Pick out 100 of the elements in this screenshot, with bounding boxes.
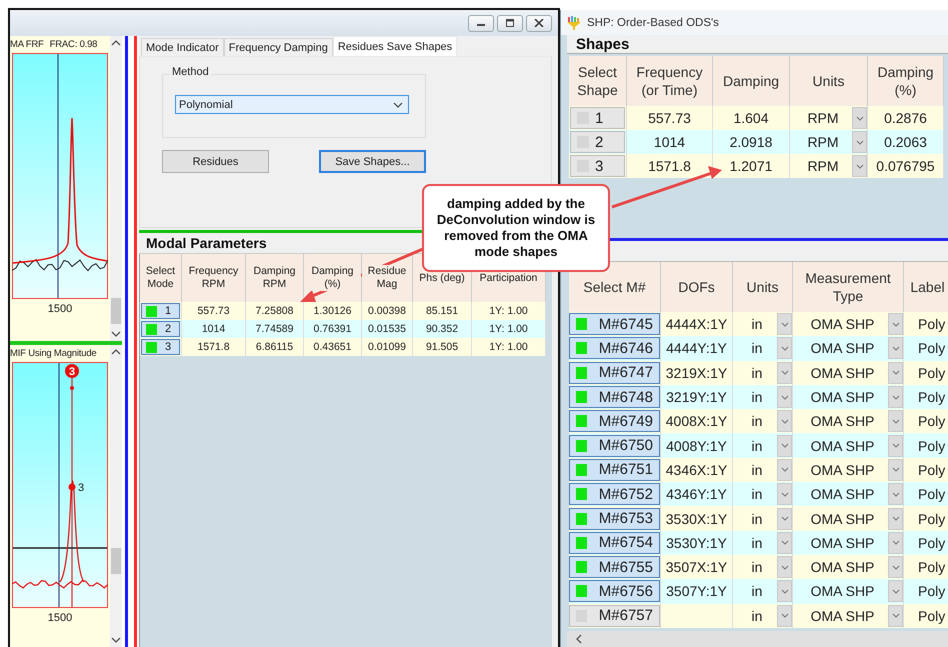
- table-cell: 4444Y:1Y: [661, 336, 733, 361]
- column-header: Damping (%): [868, 56, 944, 106]
- units-dropdown[interactable]: in: [733, 458, 793, 482]
- units-dropdown[interactable]: in: [733, 409, 793, 434]
- table-cell: 90.352: [413, 320, 472, 338]
- select-measurement-button[interactable]: M#6754: [569, 532, 660, 554]
- select-measurement-button[interactable]: M#6747: [569, 362, 660, 384]
- table-cell: 3530Y:1Y: [661, 530, 733, 555]
- table-cell: Poly: [904, 506, 948, 531]
- select-mode-button[interactable]: 2: [141, 321, 180, 337]
- table-cell: 4346Y:1Y: [661, 482, 733, 506]
- units-dropdown[interactable]: RPM: [790, 130, 868, 154]
- tab[interactable]: Residues Save Shapes: [332, 36, 458, 56]
- plot-title: MIF Using Magnitude: [10, 348, 96, 359]
- column-header: Frequency (or Time): [627, 56, 713, 106]
- table-cell: 3219Y:1Y: [661, 384, 733, 410]
- table-cell: 1014: [182, 320, 246, 338]
- table-cell: Poly: [904, 336, 948, 361]
- type-dropdown[interactable]: OMA SHP: [793, 482, 904, 506]
- column-header: Measurement Type: [793, 262, 904, 312]
- table-cell: 0.2876: [868, 106, 944, 130]
- tab[interactable]: Mode Indicator: [141, 38, 224, 56]
- table-cell: Poly: [904, 360, 948, 385]
- table-cell: Poly: [904, 604, 948, 628]
- column-header: Damping: [713, 56, 790, 106]
- table-cell: 557.73: [182, 302, 246, 320]
- select-measurement-button[interactable]: M#6750: [569, 434, 660, 457]
- table-cell: 0.01099: [362, 338, 413, 356]
- select-measurement-button[interactable]: M#6749: [569, 410, 660, 432]
- type-dropdown[interactable]: OMA SHP: [793, 336, 904, 361]
- type-dropdown[interactable]: OMA SHP: [793, 433, 904, 458]
- table-cell: 0.00398: [362, 302, 413, 320]
- type-dropdown[interactable]: OMA SHP: [793, 384, 904, 410]
- table-cell: Poly: [904, 384, 948, 410]
- units-dropdown[interactable]: in: [733, 384, 793, 410]
- table-cell: 1Y: 1.00: [472, 302, 546, 320]
- select-shape-button[interactable]: 3: [570, 155, 625, 177]
- select-measurement-button[interactable]: M#6755: [569, 556, 660, 578]
- type-dropdown[interactable]: OMA SHP: [793, 530, 904, 555]
- tab[interactable]: Frequency Damping: [224, 38, 333, 56]
- group-label: Method: [170, 66, 211, 78]
- method-dropdown[interactable]: Polynomial: [175, 95, 409, 114]
- table-cell: 1Y: 1.00: [472, 320, 546, 338]
- select-measurement-button[interactable]: M#6756: [569, 580, 660, 602]
- plot-title: MA FRF: [10, 39, 44, 50]
- select-shape-button[interactable]: 1: [570, 107, 625, 129]
- table-cell: 3530X:1Y: [661, 506, 733, 531]
- table-cell: 3219X:1Y: [661, 360, 733, 385]
- type-dropdown[interactable]: OMA SHP: [793, 579, 904, 604]
- table-cell: 1571.8: [182, 338, 246, 356]
- action-button[interactable]: Save Shapes...: [319, 150, 426, 173]
- units-dropdown[interactable]: in: [733, 554, 793, 580]
- units-dropdown[interactable]: in: [733, 433, 793, 458]
- type-dropdown[interactable]: OMA SHP: [793, 604, 904, 628]
- table-cell: Poly: [904, 554, 948, 580]
- table-cell: 3507X:1Y: [661, 554, 733, 580]
- table-cell: 0.2063: [868, 130, 944, 154]
- select-measurement-button[interactable]: M#6753: [569, 508, 660, 530]
- units-dropdown[interactable]: RPM: [790, 154, 868, 178]
- select-measurement-button[interactable]: M#6745: [569, 313, 660, 336]
- type-dropdown[interactable]: OMA SHP: [793, 312, 904, 336]
- units-dropdown[interactable]: in: [733, 482, 793, 506]
- units-dropdown[interactable]: in: [733, 336, 793, 361]
- column-header: Damping RPM: [246, 254, 304, 302]
- table-cell: 4008X:1Y: [661, 409, 733, 434]
- column-header: Damping (%): [304, 254, 362, 302]
- table-cell: 4444X:1Y: [661, 312, 733, 336]
- action-button[interactable]: Residues: [162, 150, 269, 173]
- type-dropdown[interactable]: OMA SHP: [793, 506, 904, 531]
- table-cell: Poly: [904, 458, 948, 482]
- table-cell: 3507Y:1Y: [661, 579, 733, 604]
- type-dropdown[interactable]: OMA SHP: [793, 458, 904, 482]
- table-cell: 1014: [627, 130, 713, 154]
- type-dropdown[interactable]: OMA SHP: [793, 360, 904, 385]
- units-dropdown[interactable]: RPM: [790, 106, 868, 130]
- units-dropdown[interactable]: in: [733, 604, 793, 628]
- table-cell: 6.86115: [246, 338, 304, 356]
- window-title: SHP: Order-Based ODS's: [587, 16, 719, 28]
- select-mode-button[interactable]: 3: [141, 339, 180, 355]
- select-measurement-button[interactable]: M#6746: [569, 337, 660, 360]
- table-cell: 7.25808: [246, 302, 304, 320]
- column-header: Label: [904, 262, 948, 312]
- units-dropdown[interactable]: in: [733, 360, 793, 385]
- section-title: Modal Parameters: [146, 235, 267, 251]
- select-mode-button[interactable]: 1: [141, 303, 180, 319]
- select-measurement-button[interactable]: M#6751: [569, 458, 660, 481]
- callout-note: damping added by the DeConvolution window is removed from the OMA mode shapes: [422, 184, 610, 272]
- units-dropdown[interactable]: in: [733, 506, 793, 531]
- type-dropdown[interactable]: OMA SHP: [793, 409, 904, 434]
- units-dropdown[interactable]: in: [733, 530, 793, 555]
- units-dropdown[interactable]: in: [733, 312, 793, 336]
- select-measurement-button[interactable]: M#6757: [569, 604, 660, 627]
- select-measurement-button[interactable]: M#6752: [569, 483, 660, 506]
- units-dropdown[interactable]: in: [733, 579, 793, 604]
- select-shape-button[interactable]: 2: [570, 131, 625, 153]
- type-dropdown[interactable]: OMA SHP: [793, 554, 904, 580]
- table-cell: 91.505: [413, 338, 472, 356]
- select-measurement-button[interactable]: M#6748: [569, 386, 660, 408]
- table-cell: 4008Y:1Y: [661, 433, 733, 458]
- table-cell: 1571.8: [627, 154, 713, 178]
